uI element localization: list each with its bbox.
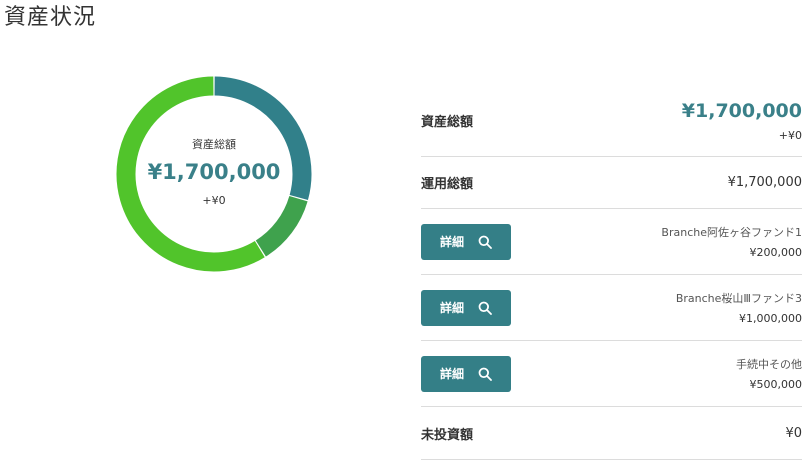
uninvested-value: ¥0 [785, 425, 802, 441]
total-assets-label: 資産総額 [421, 114, 474, 130]
fund-1-detail-button[interactable]: 詳細 [421, 223, 511, 260]
search-icon [478, 301, 492, 315]
fund-row: 詳細 手続中その他 ¥500,000 [421, 341, 802, 407]
fund-2-amount: ¥1,000,000 [739, 312, 802, 325]
fund-3-detail-button[interactable]: 詳細 [421, 355, 511, 392]
total-assets-change: +¥0 [778, 128, 802, 142]
fund-3-amount: ¥500,000 [749, 378, 803, 391]
uninvested-label: 未投資額 [421, 427, 474, 443]
operating-total-value: ¥1,700,000 [727, 175, 802, 190]
detail-button-label: 詳細 [439, 301, 464, 315]
fund-2-name: Branche桜山Ⅲファンド3 [675, 292, 802, 305]
fund-3-info: 手続中その他 ¥500,000 [736, 356, 802, 391]
operating-total-label: 運用総額 [421, 177, 474, 192]
detail-button-label: 詳細 [439, 235, 464, 249]
fund-row: 詳細 Branche桜山Ⅲファンド3 ¥1,000,000 [421, 275, 802, 341]
summary-row-total-assets: 資産総額 ¥1,700,000 +¥0 [421, 84, 802, 157]
total-assets-value: ¥1,700,000 [681, 99, 802, 122]
total-assets-value-block: ¥1,700,000 +¥0 [682, 99, 802, 142]
fund-2-detail-button[interactable]: 詳細 [421, 289, 511, 326]
search-icon [478, 367, 492, 381]
page-title: 資産状況 [4, 5, 97, 30]
asset-donut-chart: 資産総額 ¥1,700,000 +¥0 [114, 74, 314, 274]
summary-row-operating-total: 運用総額 ¥1,700,000 [421, 157, 802, 209]
fund-3-name: 手続中その他 [736, 358, 802, 371]
detail-button-label: 詳細 [439, 367, 464, 381]
summary-row-uninvested: 未投資額 ¥0 [421, 407, 802, 460]
fund-1-name: Branche阿佐ヶ谷ファンド1 [661, 226, 802, 239]
donut-center-total: ¥1,700,000 [147, 159, 281, 184]
asset-status-page: 資産状況 資産総額 ¥1,700,000 +¥0 資産総額 ¥1,700,000… [0, 0, 812, 463]
asset-summary-table: 資産総額 ¥1,700,000 +¥0 運用総額 ¥1,700,000 詳細 B… [421, 84, 802, 460]
fund-row: 詳細 Branche阿佐ヶ谷ファンド1 ¥200,000 [421, 209, 802, 275]
fund-1-amount: ¥200,000 [749, 246, 803, 259]
donut-center-label: 資産総額 [192, 137, 236, 151]
donut-center: 資産総額 ¥1,700,000 +¥0 [114, 74, 314, 274]
fund-1-info: Branche阿佐ヶ谷ファンド1 ¥200,000 [661, 224, 802, 259]
search-icon [478, 235, 492, 249]
fund-2-info: Branche桜山Ⅲファンド3 ¥1,000,000 [676, 290, 802, 325]
donut-center-change: +¥0 [202, 193, 226, 207]
